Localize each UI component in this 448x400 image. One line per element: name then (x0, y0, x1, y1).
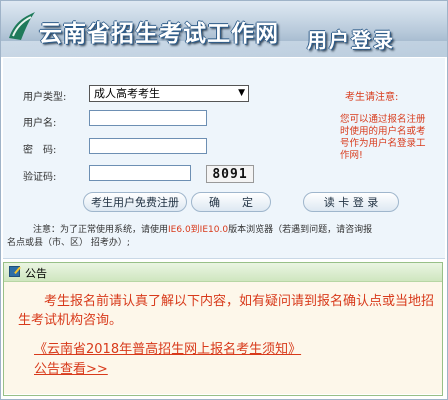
register-button[interactable]: 考生用户免费注册 (83, 192, 187, 212)
user-type-label: 用户类型: (23, 92, 67, 103)
password-input[interactable] (89, 138, 207, 154)
login-form-panel: 用户类型: 成人高考考生 ▼ 用户名: 密 码: 验证码: 8091 考生用户免… (3, 58, 445, 259)
notes-title: 考生请注意: (345, 92, 399, 103)
candidate-notice-link[interactable]: 《云南省2018年普高招生网上报名考生须知》 (34, 338, 301, 357)
browser-notice-prefix: 注意：为了正常使用系统，请使用 (33, 225, 169, 235)
browser-notice-line1: 注意：为了正常使用系统，请使用IE6.0到IE10.0版本浏览器（若遇到问题，请… (33, 222, 372, 235)
captcha-input[interactable] (89, 165, 191, 181)
browser-notice-line2: 名点或县（市、区） 招考办）; (7, 238, 130, 248)
announcement-icon (9, 266, 20, 277)
announcement-body: 考生报名前请认真了解以下内容，如有疑问请到报名确认点或当地招生考试机构咨询。 《… (4, 282, 442, 394)
site-logo-icon (9, 12, 35, 40)
browser-notice-browsers: IE6.0到IE10.0 (168, 225, 229, 235)
announcement-view-link[interactable]: 公告查看>> (34, 358, 108, 377)
confirm-button[interactable]: 确 定 (191, 192, 271, 212)
username-input[interactable] (89, 110, 207, 126)
password-label: 密 码: (23, 145, 57, 156)
announcement-text: 考生报名前请认真了解以下内容，如有疑问请到报名确认点或当地招生考试机构咨询。 (18, 294, 435, 328)
notes-text: 您可以通过报名注册时使用的用户名或考号作为用户名登录工作网! (340, 114, 426, 161)
announcement-title: 公告 (25, 267, 47, 280)
login-title: 用户登录 (307, 28, 395, 52)
site-title: 云南省招生考试工作网 (39, 21, 279, 47)
user-type-select[interactable]: 成人高考考生 ▼ (89, 85, 249, 102)
captcha-label: 验证码: (23, 172, 57, 183)
dropdown-arrow-icon: ▼ (238, 88, 245, 98)
captcha-image[interactable]: 8091 (206, 165, 254, 183)
announcement-header: 公告 (4, 263, 442, 282)
header-banner: 云南省招生考试工作网 用户登录 (1, 1, 447, 57)
announcement-panel: 公告 考生报名前请认真了解以下内容，如有疑问请到报名确认点或当地招生考试机构咨询… (3, 262, 443, 396)
username-label: 用户名: (23, 118, 57, 129)
card-login-button[interactable]: 读 卡 登 录 (303, 192, 399, 212)
user-type-selected: 成人高考考生 (94, 87, 160, 100)
browser-notice-suffix: 版本浏览器（若遇到问题，请咨询报 (228, 225, 373, 235)
